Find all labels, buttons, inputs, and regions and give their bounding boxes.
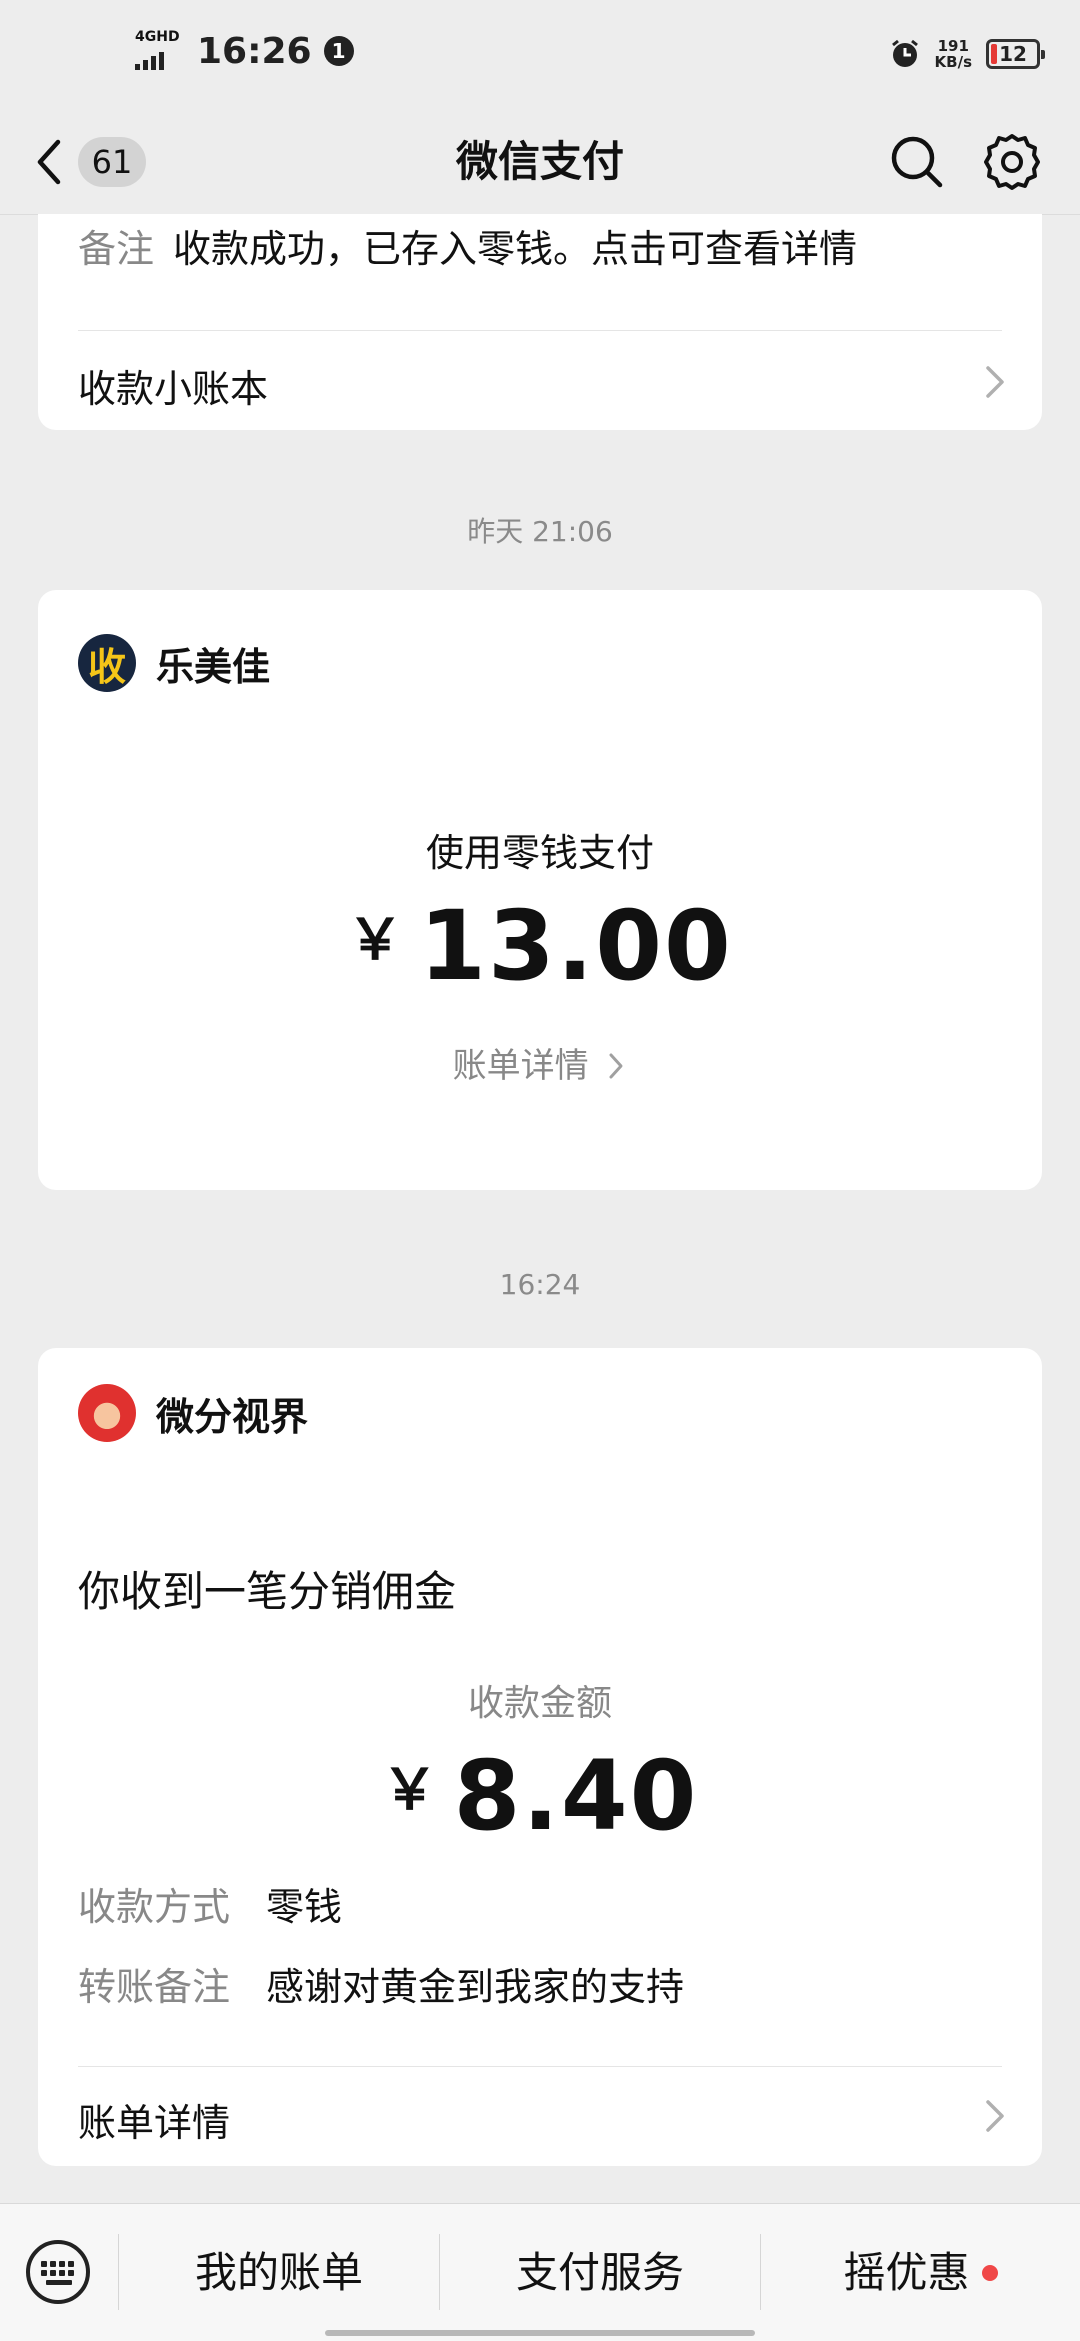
field-value: 感谢对黄金到我家的支持 [266,1965,685,2009]
remark-value: 收款成功，已存入零钱。点击可查看详情 [173,227,858,271]
bill-detail-label: 账单详情 [452,1046,589,1086]
commission-card[interactable]: 微分视界 你收到一笔分销佣金 收款金额 ￥ 8.40 收款方式 零钱 转账备注 感… [38,1348,1042,2166]
chevron-right-icon [609,1053,623,1079]
merchant-avatar [78,1384,136,1442]
payment-card[interactable]: 收 乐美佳 使用零钱支付 ￥ 13.00 账单详情 [38,590,1042,1190]
divider [78,2066,1002,2067]
commission-amount: ￥ 8.40 [38,1740,1042,1852]
tab-my-bills[interactable]: 我的账单 [119,2204,439,2341]
search-icon[interactable] [885,130,949,194]
keyboard-icon[interactable] [26,2240,90,2304]
payment-amount: ￥ 13.00 [38,890,1042,1002]
merchant-avatar: 收 [78,634,136,692]
ledger-link[interactable]: 收款小账本 [78,358,268,413]
speed-unit: KB/s [934,53,972,71]
bill-detail-link[interactable]: 账单详情 [38,1038,1042,1087]
previous-message-card[interactable]: 备注 收款成功，已存入零钱。点击可查看详情 收款小账本 [38,214,1042,430]
merchant-header[interactable]: 微分视界 [78,1384,308,1442]
speed-value: 191 [937,37,969,55]
chevron-right-icon [986,366,1004,398]
network-type: 4GHD [135,29,180,45]
nav-bar: 微信支付 61 [0,110,1080,215]
message-timestamp: 昨天 21:06 [467,515,613,548]
unread-count-badge: 61 [78,137,146,187]
alarm-icon [891,39,918,67]
merchant-header[interactable]: 收 乐美佳 [78,634,270,692]
tab-payment-services[interactable]: 支付服务 [440,2204,760,2341]
chevron-left-icon [37,139,61,185]
message-timestamp: 16:24 [499,1268,581,1301]
tab-shake-deals-label: 摇优惠 [843,2248,970,2297]
payment-method: 使用零钱支付 [425,831,654,875]
merchant-name: 乐美佳 [156,644,271,689]
status-time: 16:26 [197,30,312,72]
amount-value: 13.00 [419,890,733,1002]
battery-icon: 12 [986,39,1045,69]
divider [78,330,1002,331]
amount-value: 8.40 [453,1740,699,1852]
commission-headline: 你收到一笔分销佣金 [78,1567,457,1616]
notification-badge: 1 [323,36,354,66]
back-button[interactable]: 61 [30,130,170,194]
red-dot-badge [981,2265,998,2281]
bottom-menu-bar: 我的账单 支付服务 摇优惠 [0,2203,1080,2341]
bill-detail-link[interactable]: 账单详情 [78,2092,230,2147]
field-label: 转账备注 [78,1965,231,2009]
tab-shake-deals[interactable]: 摇优惠 [761,2204,1080,2341]
signal-icon: 4GHD [135,30,185,72]
merchant-name: 微分视界 [156,1394,309,1439]
field-label: 收款方式 [78,1885,231,1929]
amount-label: 收款金额 [467,1683,612,1724]
network-speed: 191 KB/s [935,38,972,70]
gear-icon[interactable] [980,130,1044,194]
chevron-right-icon [986,2100,1004,2132]
field-value: 零钱 [266,1885,343,1929]
currency-symbol: ￥ [381,1758,440,1823]
home-indicator[interactable] [325,2330,755,2336]
status-bar: 4GHD 16:26 1 191 KB/s 12 [0,0,1080,110]
battery-level: 12 [999,42,1027,66]
currency-symbol: ￥ [347,908,406,973]
remark-label: 备注 [78,227,155,271]
